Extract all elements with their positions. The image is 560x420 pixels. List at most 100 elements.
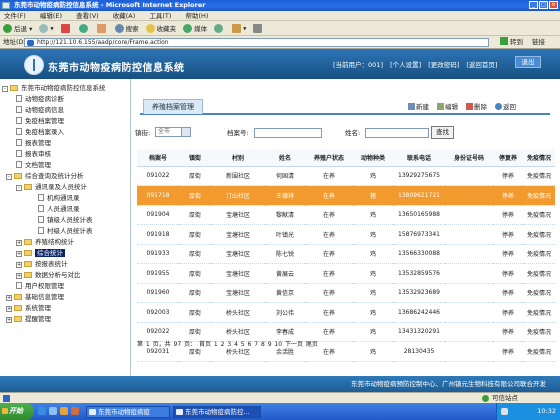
cell-stop-resume[interactable]: 停养 xyxy=(493,263,523,284)
cell-immunity[interactable]: 免疫情况 xyxy=(523,244,555,264)
forward-button[interactable]: ▾ xyxy=(39,23,54,33)
table-row[interactable]: 091904 厚街 宝塘社区 黎献清 在养鸡 13650165988 停养 免疫情况 xyxy=(137,205,555,225)
back-button[interactable]: 后退 ▾ xyxy=(3,23,32,34)
menu-file[interactable]: 文件(F) xyxy=(4,12,26,20)
cell-immunity[interactable]: 免疫情况 xyxy=(523,341,555,362)
sidebar-item-by-report[interactable]: + 按报表统计 xyxy=(16,259,68,269)
cell-immunity[interactable]: 免疫情况 xyxy=(523,263,555,284)
sidebar-item-contacts-stats[interactable]: - 通讯录及人员统计 xyxy=(16,182,87,192)
table-row[interactable]: 091718 厚街 汀山社区 王德祥 在养猪 13809621721 停养 免疫情况 xyxy=(137,185,555,206)
sidebar-item-reminder-mgmt[interactable]: + 提醒管理 xyxy=(6,314,51,324)
media-label: 媒体 xyxy=(194,24,208,33)
cell-stop-resume[interactable]: 停养 xyxy=(493,166,523,186)
volume-icon[interactable] xyxy=(501,408,508,415)
sidebar-item-report-review[interactable]: 报表审核 xyxy=(16,149,51,159)
cell-immunity[interactable]: 免疫情况 xyxy=(523,185,555,206)
maximize-button[interactable]: □ xyxy=(539,1,548,9)
change-password-link[interactable]: [更改密码] xyxy=(428,61,459,69)
go-button[interactable]: 转到 xyxy=(500,37,523,48)
cell-stop-resume[interactable]: 停养 xyxy=(493,224,523,245)
sidebar-item-disease-diagnosis[interactable]: 动物疫病诊断 xyxy=(16,94,64,104)
history-button[interactable] xyxy=(214,23,225,33)
close-button[interactable]: × xyxy=(549,1,558,9)
cell-stop-resume[interactable]: 停养 xyxy=(493,283,523,303)
cell-stop-resume[interactable]: 停养 xyxy=(493,244,523,264)
cell-stop-resume[interactable]: 停养 xyxy=(493,185,523,206)
table-row[interactable]: 091022 厚街 新围社区 何国清 在养鸡 13929275675 停养 免疫情况 xyxy=(137,166,555,186)
exit-button[interactable]: 退出 xyxy=(515,56,541,68)
home-button[interactable] xyxy=(96,23,108,33)
cell-immunity[interactable]: 免疫情况 xyxy=(523,322,555,342)
sidebar-item-base-info[interactable]: + 基础信息管理 xyxy=(6,292,64,302)
query-button[interactable]: 查找 xyxy=(431,126,454,139)
table-row[interactable]: 091960 厚街 宝塘社区 黄信京 在养鸡 13532923689 停养 免疫情况 xyxy=(137,283,555,303)
cell-immunity[interactable]: 免疫情况 xyxy=(523,302,555,323)
sidebar-item-data-analysis[interactable]: + 数据分析与对比 xyxy=(16,270,81,280)
taskbar-item-2[interactable]: 东莞市动物疫病防控... xyxy=(173,406,261,418)
favorites-button[interactable]: 收藏夹 xyxy=(145,23,176,34)
sidebar-item-village-staff[interactable]: 村级人员统计表 xyxy=(38,226,93,236)
menu-edit[interactable]: 编辑(E) xyxy=(40,12,62,20)
quicklaunch-app-icon[interactable] xyxy=(71,407,79,415)
cell-stop-resume[interactable]: 停养 xyxy=(493,322,523,342)
archive-number-input[interactable] xyxy=(254,128,322,138)
sidebar-item-person-contacts[interactable]: 人员通讯录 xyxy=(38,204,80,214)
delete-button[interactable]: 删除 xyxy=(466,101,487,111)
back-action-button[interactable]: 返回 xyxy=(495,101,516,111)
address-input[interactable]: http://121.10.6.155/aadp/core/Frame.acti… xyxy=(24,38,489,47)
links-button[interactable]: 链接 xyxy=(532,36,545,49)
quicklaunch-ie-icon[interactable] xyxy=(38,407,46,415)
cell-immunity[interactable]: 免疫情况 xyxy=(523,224,555,245)
cell-immunity[interactable]: 免疫情况 xyxy=(523,166,555,186)
print-button[interactable] xyxy=(253,23,264,33)
sidebar-item-overall-stats[interactable]: + 综合统计 xyxy=(16,248,65,258)
search-button[interactable]: 搜索 xyxy=(114,23,139,34)
cell-stop-resume[interactable]: 停养 xyxy=(493,205,523,225)
pagination[interactable]: 第 1 页，共 97 页： 首页 1 2 3 4 5 6 7 8 9 10 下一… xyxy=(137,339,318,348)
cell-stop-resume[interactable]: 停养 xyxy=(493,341,523,362)
sidebar-item-system-mgmt[interactable]: + 系统管理 xyxy=(6,303,51,313)
start-button[interactable]: 开始 xyxy=(0,403,34,420)
name-input[interactable] xyxy=(365,128,429,138)
minimize-button[interactable]: _ xyxy=(529,1,538,9)
home-icon xyxy=(96,23,106,33)
table-row[interactable]: 092003 厚街 桥头社区 刘公伟 在养鸡 13686242446 停养 免疫情况 xyxy=(137,302,555,323)
mail-button[interactable]: ▾ xyxy=(232,23,246,33)
sidebar-item-farm-structure[interactable]: + 养殖结构统计 xyxy=(16,237,74,247)
sidebar-item-immune-archive[interactable]: 免疫档案管理 xyxy=(16,116,64,126)
town-select[interactable]: 全市 xyxy=(155,127,191,137)
quicklaunch-desktop-icon[interactable] xyxy=(49,407,57,415)
sidebar-item-label: 综合统计 xyxy=(35,249,65,257)
go-arrow-icon xyxy=(500,37,508,45)
table-row[interactable]: 091918 厚街 宝塘社区 叶镇光 在养鸡 15876973341 停养 免疫情况 xyxy=(137,224,555,245)
sidebar-item-query-stats[interactable]: - 综合查询及统计分析 xyxy=(6,171,84,181)
refresh-button[interactable] xyxy=(78,23,90,33)
menu-favorites[interactable]: 收藏(A) xyxy=(113,12,136,20)
menu-help[interactable]: 帮助(H) xyxy=(186,12,209,20)
media-button[interactable]: 媒体 xyxy=(183,23,207,34)
stop-button[interactable] xyxy=(60,23,72,33)
history-icon xyxy=(214,23,224,33)
sidebar-item-town-staff[interactable]: 镇级人员统计表 xyxy=(38,215,93,225)
edit-button[interactable]: 编辑 xyxy=(437,101,458,111)
sidebar-item-disease-info[interactable]: 动物疫病信息 xyxy=(16,105,64,115)
sidebar-item-report-mgmt[interactable]: 报表管理 xyxy=(16,138,51,148)
cell-immunity[interactable]: 免疫情况 xyxy=(523,205,555,225)
taskbar-item-1[interactable]: 东莞市动物疫病疫 xyxy=(86,406,170,418)
document-icon xyxy=(16,139,22,146)
table-row[interactable]: 091933 厚街 宝塘社区 陈七锐 在养鸡 13566330088 停养 免疫情况 xyxy=(137,244,555,264)
menu-tools[interactable]: 工具(T) xyxy=(149,12,171,20)
sidebar-item-user-permissions[interactable]: 用户权限管理 xyxy=(16,281,64,291)
personal-settings-link[interactable]: [个人设置] xyxy=(390,61,421,69)
sidebar-item-org-contacts[interactable]: 机构通讯录 xyxy=(38,193,80,203)
table-row[interactable]: 091955 厚街 宝塘社区 黄展云 在养鸡 13532859576 停养 免疫情况 xyxy=(137,263,555,284)
quicklaunch-media-icon[interactable] xyxy=(60,407,68,415)
sidebar-item-immune-entry[interactable]: 免疫档案录入 xyxy=(16,127,64,137)
cell-stop-resume[interactable]: 停养 xyxy=(493,302,523,323)
new-button[interactable]: 新建 xyxy=(408,101,429,111)
back-home-link[interactable]: [返回首页] xyxy=(466,61,497,69)
cell-immunity[interactable]: 免疫情况 xyxy=(523,283,555,303)
sidebar-item-doc-mgmt[interactable]: 文档管理 xyxy=(16,160,51,170)
tree-root[interactable]: - 东莞市动物疫病防控信息系统 xyxy=(2,83,106,93)
menu-view[interactable]: 查看(V) xyxy=(76,12,99,20)
